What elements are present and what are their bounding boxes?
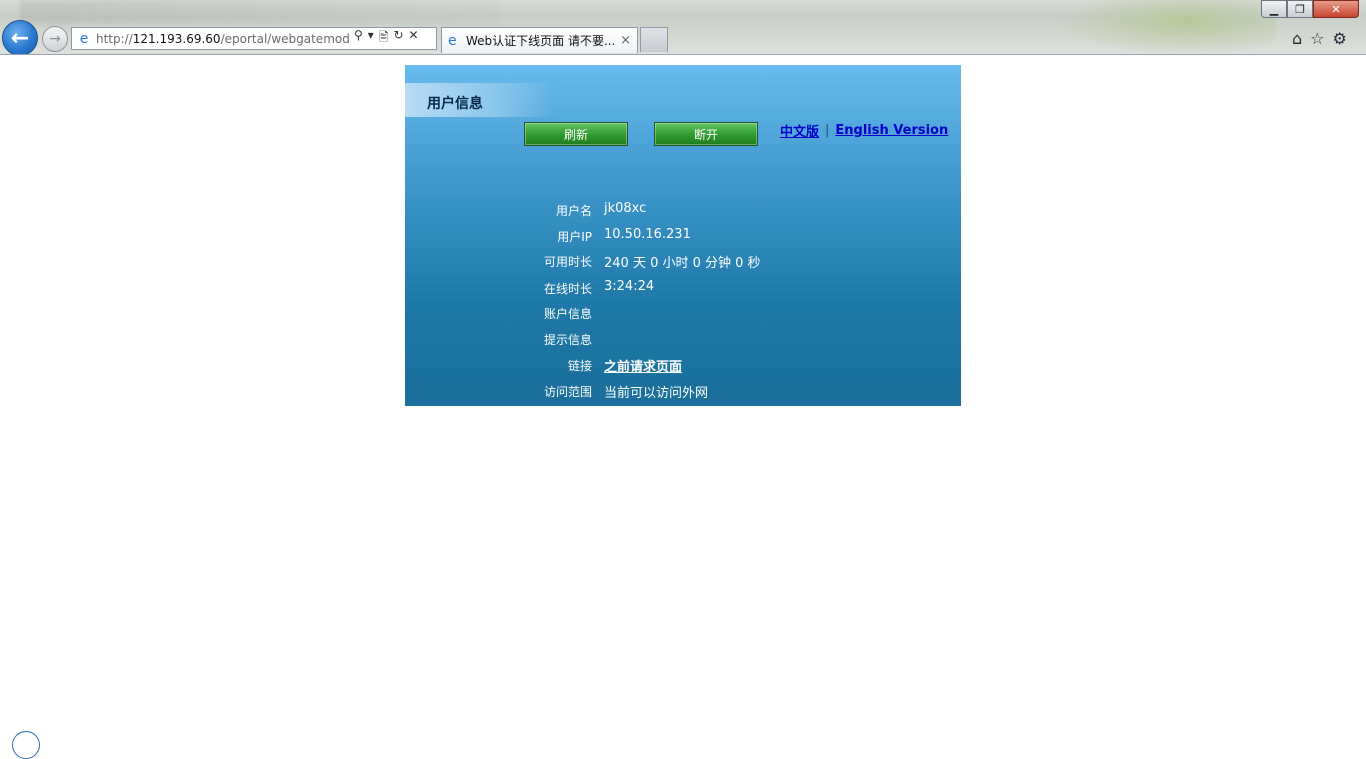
address-bar[interactable]: e http://121.193.69.60/eportal/webgatemo… bbox=[71, 27, 437, 50]
info-row-username: 用户名 jk08xc bbox=[405, 200, 961, 220]
dropdown-icon[interactable]: ▾ bbox=[368, 28, 374, 49]
address-url[interactable]: http://121.193.69.60/eportal/webgatemode… bbox=[96, 32, 350, 46]
info-label: 用户IP bbox=[557, 230, 592, 244]
search-icon[interactable]: ⚲ bbox=[354, 28, 363, 49]
info-row-link: 链接 之前请求页面 bbox=[405, 355, 961, 375]
info-value: jk08xc bbox=[604, 201, 647, 216]
info-value: 当前可以访问外网 bbox=[604, 386, 709, 401]
refresh-icon[interactable]: ↻ bbox=[393, 28, 403, 49]
status-circle-icon bbox=[12, 731, 40, 759]
ie-tab-icon: e bbox=[448, 32, 457, 49]
info-label: 在线时长 bbox=[543, 282, 592, 296]
info-label: 用户名 bbox=[555, 204, 592, 218]
tab-title: Web认证下线页面 请不要... bbox=[466, 34, 615, 48]
close-window-button[interactable]: ✕ bbox=[1313, 0, 1359, 18]
disconnect-button[interactable]: 断开 bbox=[654, 122, 758, 146]
tab-close-icon[interactable]: × bbox=[620, 33, 631, 48]
info-label: 可用时长 bbox=[543, 255, 592, 269]
info-label: 访问范围 bbox=[543, 385, 592, 399]
toolbar-background bbox=[1056, 0, 1276, 54]
info-value: 240 天 0 小时 0 分钟 0 秒 bbox=[604, 256, 761, 271]
info-row-access-scope: 访问范围 当前可以访问外网 bbox=[405, 381, 961, 401]
home-icon[interactable]: ⌂ bbox=[1292, 29, 1302, 48]
info-value: 10.50.16.231 bbox=[604, 227, 691, 242]
info-row-account-info: 账户信息 bbox=[405, 303, 961, 323]
maximize-button[interactable]: ❐ bbox=[1287, 0, 1313, 18]
info-row-online-time: 在线时长 3:24:24 bbox=[405, 278, 961, 298]
info-row-hint-info: 提示信息 bbox=[405, 329, 961, 349]
browser-toolbar: ← → e http://121.193.69.60/eportal/webga… bbox=[0, 0, 1366, 55]
panel-title: 用户信息 bbox=[427, 96, 483, 112]
gear-icon[interactable]: ⚙ bbox=[1333, 29, 1347, 48]
toolbar-right-icons: ⌂ ☆ ⚙ bbox=[1292, 29, 1347, 48]
language-switcher: 中文版 | English Version bbox=[780, 121, 948, 140]
info-row-available-time: 可用时长 240 天 0 小时 0 分钟 0 秒 bbox=[405, 251, 961, 271]
compatibility-icon[interactable]: 🖹 bbox=[379, 28, 389, 49]
minimize-button[interactable]: ▁ bbox=[1261, 0, 1287, 18]
toolbar-background-menu bbox=[20, 0, 500, 24]
back-arrow-icon: ← bbox=[10, 25, 30, 51]
user-info-panel: 用户信息 刷新 断开 中文版 | English Version 用户名 jk0… bbox=[405, 65, 961, 406]
forward-button[interactable]: → bbox=[42, 26, 68, 52]
favorites-star-icon[interactable]: ☆ bbox=[1310, 29, 1324, 48]
address-tools: ⚲ ▾ 🖹 ↻ ✕ bbox=[354, 28, 419, 49]
info-label: 提示信息 bbox=[543, 333, 592, 347]
ie-page-icon: e bbox=[79, 30, 89, 47]
info-label: 账户信息 bbox=[543, 307, 592, 321]
chinese-version-link[interactable]: 中文版 bbox=[780, 121, 819, 140]
previous-page-link[interactable]: 之前请求页面 bbox=[604, 356, 682, 375]
back-button[interactable]: ← bbox=[2, 20, 38, 54]
info-row-user-ip: 用户IP 10.50.16.231 bbox=[405, 226, 961, 246]
new-tab-button[interactable] bbox=[640, 27, 668, 52]
refresh-button[interactable]: 刷新 bbox=[524, 122, 628, 146]
info-label: 链接 bbox=[567, 359, 592, 373]
forward-arrow-icon: → bbox=[49, 31, 61, 47]
language-separator: | bbox=[825, 123, 830, 138]
tab-active[interactable]: e Web认证下线页面 请不要... × bbox=[441, 27, 638, 53]
english-version-link[interactable]: English Version bbox=[835, 123, 948, 138]
stop-icon[interactable]: ✕ bbox=[409, 28, 419, 49]
info-value: 3:24:24 bbox=[604, 279, 655, 294]
